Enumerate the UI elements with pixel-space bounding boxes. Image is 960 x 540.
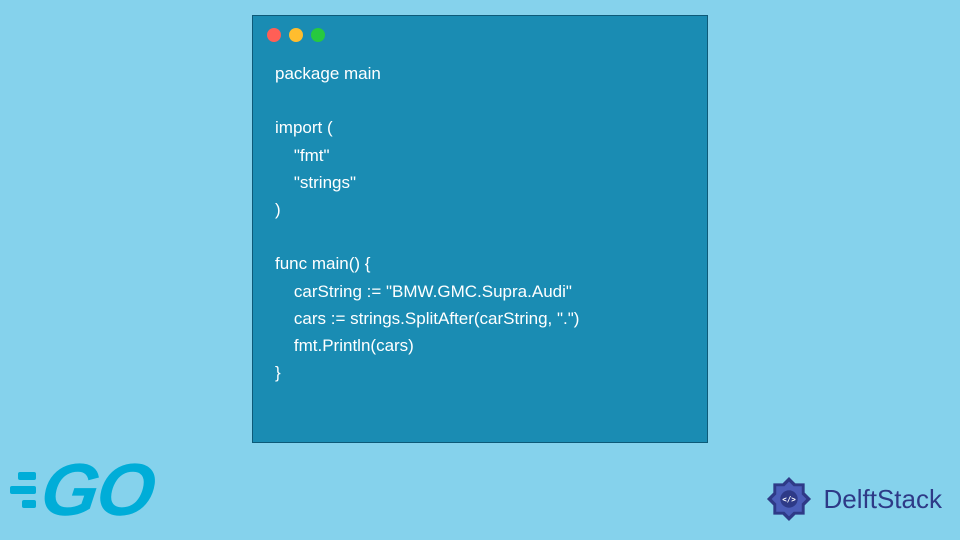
- code-line: package main: [275, 64, 381, 83]
- code-line: cars := strings.SplitAfter(carString, ".…: [275, 309, 579, 328]
- minimize-icon: [289, 28, 303, 42]
- delftstack-logo-text: DelftStack: [824, 484, 943, 515]
- code-line: }: [275, 363, 281, 382]
- delftstack-badge-icon: </>: [760, 470, 818, 528]
- code-line: func main() {: [275, 254, 370, 273]
- maximize-icon: [311, 28, 325, 42]
- code-line: carString := "BMW.GMC.Supra.Audi": [275, 282, 572, 301]
- window-titlebar: [253, 16, 707, 48]
- code-line: ): [275, 200, 281, 219]
- go-logo: GO: [10, 447, 153, 532]
- svg-text:</>: </>: [782, 495, 796, 504]
- code-line: "strings": [275, 173, 356, 192]
- go-speed-lines-icon: [10, 472, 36, 508]
- code-line: import (: [275, 118, 333, 137]
- code-line: "fmt": [275, 146, 330, 165]
- code-line: fmt.Println(cars): [275, 336, 414, 355]
- code-content: package main import ( "fmt" "strings" ) …: [253, 48, 707, 398]
- code-window: package main import ( "fmt" "strings" ) …: [252, 15, 708, 443]
- delftstack-logo: </> DelftStack: [760, 470, 943, 528]
- close-icon: [267, 28, 281, 42]
- go-logo-text: GO: [36, 447, 159, 532]
